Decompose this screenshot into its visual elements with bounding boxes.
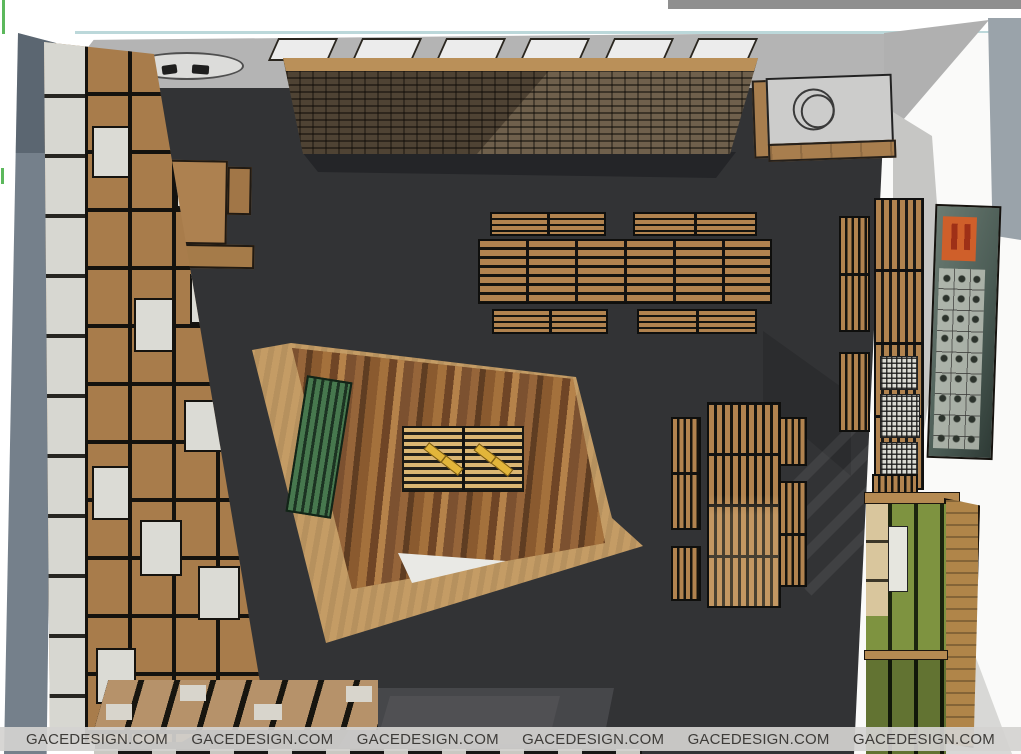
cubby-grid (94, 680, 378, 730)
top-gray-bar (668, 0, 1021, 9)
wall-poster (927, 204, 1002, 460)
desk-side (227, 167, 252, 215)
skylight-frame (436, 38, 506, 61)
bench (779, 417, 807, 466)
glass-teal-line (75, 31, 1021, 34)
render-canvas: GACEDESIGN.COM GACEDESIGN.COM GACEDESIGN… (0, 0, 1021, 754)
shelf-white-box (140, 520, 182, 576)
watermark-text: GACEDESIGN.COM (191, 731, 333, 748)
green-shelf-unit (864, 492, 982, 754)
oval-object-icon (161, 64, 177, 75)
bench (671, 546, 701, 601)
watermark-text: GACEDESIGN.COM (522, 731, 664, 748)
poster-figure-grid (933, 268, 985, 449)
shelf-white-box (198, 566, 240, 620)
cubby-white-top (180, 685, 206, 701)
green-shelf-beige-col (866, 504, 888, 616)
oval-object-icon (192, 64, 210, 74)
green-shelf-mid-bar (864, 650, 948, 660)
skylight-frame (688, 38, 758, 61)
long-slat-table (478, 239, 772, 304)
edge-green-line (2, 0, 5, 34)
bench (872, 474, 918, 494)
cubby-white-top (106, 704, 132, 720)
green-shelf-side-panel (944, 498, 980, 748)
bench (839, 352, 870, 432)
shelf-white-box (134, 298, 174, 352)
green-shelf-white-cell (888, 526, 908, 592)
watermark-band: GACEDESIGN.COM GACEDESIGN.COM GACEDESIGN… (0, 727, 1021, 751)
long-slat-table-vertical (707, 402, 781, 608)
watermark-text: GACEDESIGN.COM (357, 731, 499, 748)
white-cabinet (751, 69, 901, 164)
bench (637, 309, 757, 334)
watermark-text: GACEDESIGN.COM (688, 731, 830, 748)
bench (492, 309, 608, 334)
platform-slat-table (402, 426, 524, 492)
edge-green-tick (1, 168, 4, 184)
bench (671, 417, 701, 530)
watermark-text: GACEDESIGN.COM (26, 731, 168, 748)
skylight-frame (520, 38, 590, 61)
watermark-text: GACEDESIGN.COM (853, 731, 995, 748)
mesh-grate (880, 394, 920, 438)
skylight-frame (268, 38, 338, 61)
shelf-white-box (92, 126, 130, 178)
skylight-frame (352, 38, 422, 61)
bench (779, 481, 807, 587)
cubby-white-top (346, 686, 372, 702)
skylight-frame (604, 38, 674, 61)
poster-orange-block (941, 216, 977, 261)
mesh-grate (880, 356, 918, 390)
bottom-cubby-shelves (94, 680, 378, 730)
shelf-white-box (92, 466, 130, 520)
cubby-white-top (254, 704, 282, 720)
cabinet-front-wood (768, 140, 897, 162)
bench (839, 216, 870, 332)
bench (633, 212, 757, 236)
bench (490, 212, 606, 236)
